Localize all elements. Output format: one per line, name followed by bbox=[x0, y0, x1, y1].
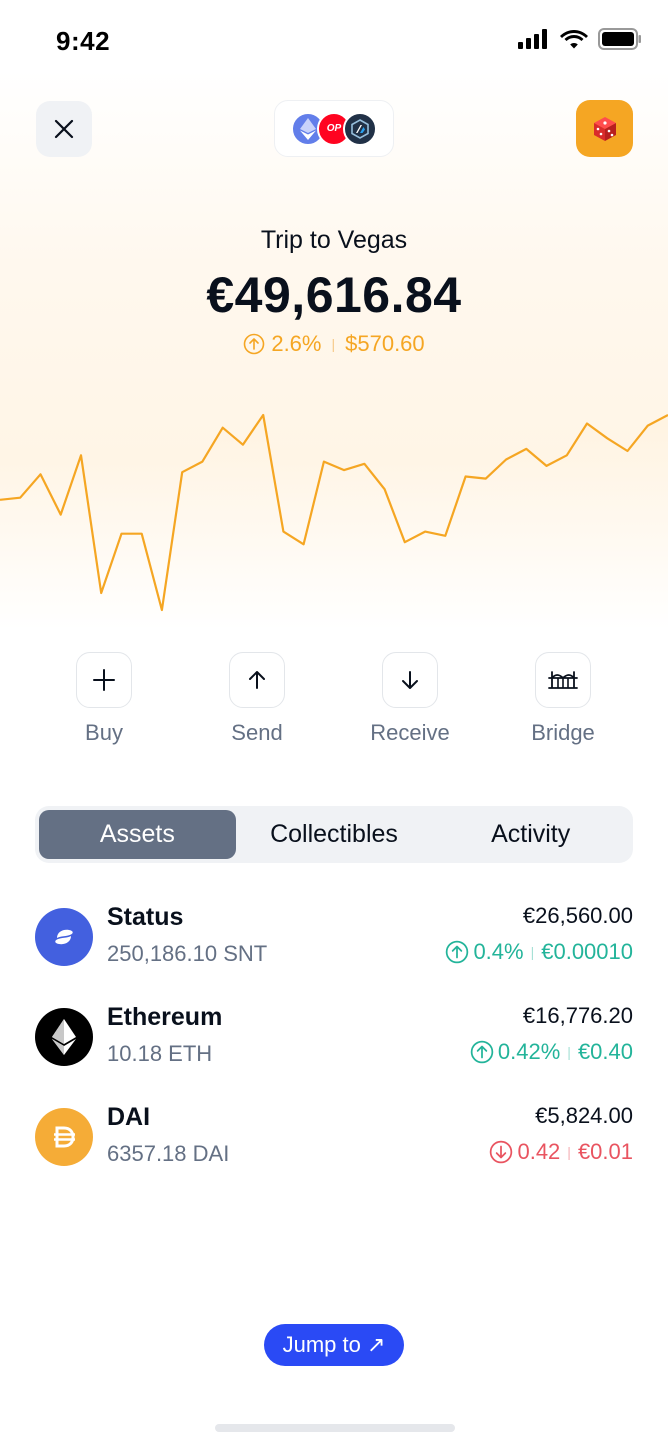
account-balance: €49,616.84 bbox=[206, 267, 462, 323]
buy-button[interactable]: Buy bbox=[34, 652, 174, 746]
ethereum-token-icon bbox=[35, 1008, 93, 1066]
plus-icon bbox=[93, 669, 115, 691]
asset-change-percent: 0.42% bbox=[497, 1039, 561, 1064]
status-icons bbox=[518, 28, 642, 50]
jump-to-button[interactable]: Jump to ↗ bbox=[264, 1324, 404, 1366]
arrow-up-circle-icon bbox=[470, 1040, 494, 1064]
tab-assets[interactable]: Assets bbox=[39, 810, 236, 859]
asset-row-status[interactable]: Status 250,186.10 SNT €26,560.00 0.4% | … bbox=[35, 903, 633, 983]
separator: | bbox=[567, 1044, 571, 1060]
asset-change-percent: 0.42 bbox=[517, 1139, 561, 1164]
dice-icon bbox=[593, 116, 616, 141]
balance-change: 2.6% | $570.60 bbox=[0, 331, 668, 357]
asset-change: 0.42 | €0.01 bbox=[489, 1139, 633, 1165]
asset-change: 0.4% | €0.00010 bbox=[445, 939, 633, 965]
buy-icon-box bbox=[76, 652, 132, 708]
buy-label: Buy bbox=[85, 720, 123, 745]
asset-fiat-value: €16,776.20 bbox=[522, 1003, 633, 1028]
bridge-icon-box bbox=[535, 652, 591, 708]
receive-label: Receive bbox=[370, 720, 450, 745]
arrow-up-circle-icon bbox=[446, 940, 469, 964]
send-icon-box bbox=[229, 652, 285, 708]
close-icon bbox=[54, 119, 74, 139]
bridge-button[interactable]: Bridge bbox=[493, 652, 633, 746]
separator: | bbox=[567, 1144, 571, 1160]
status-bar: 9:42 bbox=[0, 0, 668, 80]
arrow-up-icon bbox=[249, 671, 265, 689]
balance-change-percent: 2.6% bbox=[271, 331, 322, 356]
close-button[interactable] bbox=[36, 101, 92, 157]
wallet-tabs: Assets Collectibles Activity bbox=[35, 806, 633, 863]
wifi-icon bbox=[560, 30, 588, 49]
arbitrum-network-icon bbox=[343, 111, 377, 146]
send-label: Send bbox=[231, 720, 283, 745]
separator: | bbox=[530, 944, 535, 960]
asset-change-value: €0.01 bbox=[577, 1139, 633, 1164]
asset-change-value: €0.40 bbox=[577, 1039, 633, 1064]
asset-name: Status bbox=[107, 903, 184, 931]
battery-icon bbox=[598, 28, 641, 50]
asset-fiat-value: €26,560.00 bbox=[522, 903, 633, 928]
status-token-icon bbox=[35, 908, 93, 966]
asset-change-value: €0.00010 bbox=[541, 939, 633, 964]
account-name: Trip to Vegas bbox=[260, 226, 408, 254]
asset-fiat-value: €5,824.00 bbox=[535, 1103, 633, 1128]
status-time: 9:42 bbox=[56, 26, 111, 56]
arrow-down-circle-icon bbox=[490, 1140, 513, 1164]
home-indicator[interactable] bbox=[215, 1424, 455, 1432]
balance-change-value: $570.60 bbox=[345, 331, 425, 356]
separator: | bbox=[331, 336, 336, 352]
action-bar: Buy Send Receive Bridge bbox=[0, 652, 668, 752]
asset-change: 0.42% | €0.40 bbox=[470, 1039, 633, 1065]
chart-area bbox=[0, 415, 668, 630]
asset-amount: 250,186.10 SNT bbox=[107, 941, 268, 966]
tab-activity[interactable]: Activity bbox=[432, 810, 629, 859]
dai-token-icon bbox=[35, 1108, 93, 1166]
account-emoji-button[interactable] bbox=[576, 100, 633, 157]
asset-row-dai[interactable]: DAI 6357.18 DAI €5,824.00 0.42 | €0.01 bbox=[35, 1103, 633, 1183]
bridge-label: Bridge bbox=[531, 720, 595, 745]
asset-amount: 10.18 ETH bbox=[107, 1041, 213, 1066]
receive-icon-box bbox=[382, 652, 438, 708]
receive-button[interactable]: Receive bbox=[340, 652, 480, 746]
arrow-up-circle-icon bbox=[244, 333, 265, 355]
bridge-icon bbox=[548, 671, 578, 689]
asset-name: Ethereum bbox=[107, 1003, 223, 1031]
arrow-down-icon bbox=[402, 671, 418, 689]
signal-icon bbox=[518, 29, 547, 49]
network-selector[interactable]: OP bbox=[274, 100, 394, 157]
tab-collectibles[interactable]: Collectibles bbox=[236, 810, 433, 859]
send-button[interactable]: Send bbox=[187, 652, 327, 746]
asset-change-percent: 0.4% bbox=[473, 939, 524, 964]
balance-chart[interactable] bbox=[0, 400, 668, 630]
asset-row-ethereum[interactable]: Ethereum 10.18 ETH €16,776.20 0.42% | €0… bbox=[35, 1003, 633, 1083]
asset-amount: 6357.18 DAI bbox=[107, 1141, 230, 1166]
asset-name: DAI bbox=[107, 1103, 151, 1131]
